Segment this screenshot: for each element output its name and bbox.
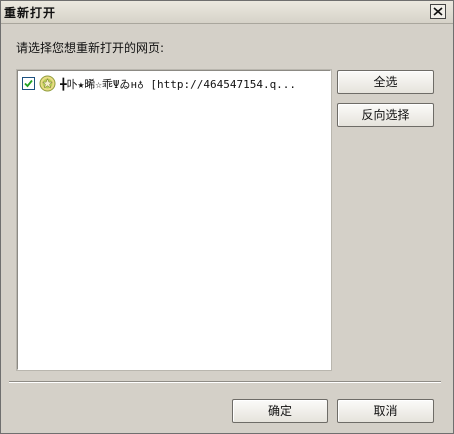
list-item[interactable]: ╋卟★晞☆乖Ψゐн♁ [http://464547154.q... (22, 75, 324, 93)
title-bar[interactable]: 重新打开 (1, 1, 453, 24)
cancel-button[interactable]: 取消 (337, 399, 434, 423)
invert-selection-button[interactable]: 反向选择 (337, 103, 434, 127)
checkmark-icon (24, 79, 33, 88)
site-favicon-icon (39, 75, 56, 92)
item-label: ╋卟★晞☆乖Ψゐн♁ [http://464547154.q... (60, 78, 297, 91)
close-button[interactable] (430, 4, 446, 19)
page-list[interactable]: ╋卟★晞☆乖Ψゐн♁ [http://464547154.q... (17, 70, 331, 370)
ok-button[interactable]: 确定 (232, 399, 328, 423)
prompt-label: 请选择您想重新打开的网页: (16, 41, 165, 55)
item-checkbox[interactable] (22, 77, 35, 90)
separator (9, 381, 441, 383)
select-all-button[interactable]: 全选 (337, 70, 434, 94)
window-title: 重新打开 (4, 6, 57, 20)
reopen-dialog: 重新打开 请选择您想重新打开的网页: ╋卟★晞☆乖Ψゐн♁ [http://46… (0, 0, 454, 434)
close-icon (433, 7, 443, 16)
